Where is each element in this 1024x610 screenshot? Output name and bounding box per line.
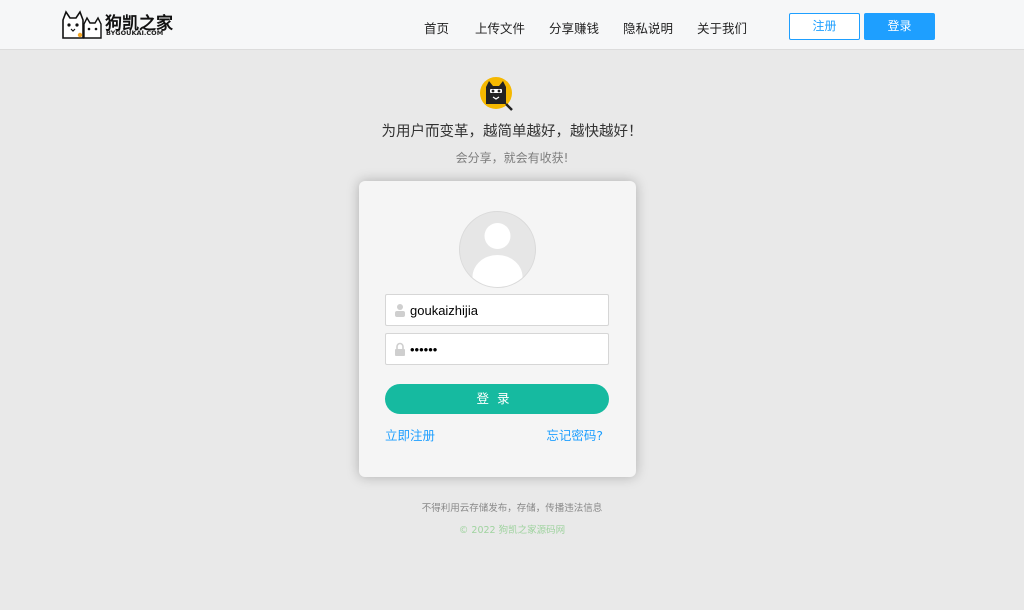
register-button[interactable]: 注册	[789, 13, 860, 40]
login-button[interactable]: 登录	[864, 13, 935, 40]
password-input[interactable]	[410, 334, 606, 364]
register-now-link[interactable]: 立即注册	[385, 425, 435, 444]
top-navbar: 狗凯之家 BYGOUKAI.COM 首页 上传文件 分享赚钱 隐私说明 关于我们…	[0, 0, 1024, 50]
forgot-password-link[interactable]: 忘记密码?	[546, 425, 603, 444]
nav-privacy[interactable]: 隐私说明	[623, 18, 673, 37]
user-avatar-icon	[459, 211, 536, 288]
lock-icon	[395, 342, 405, 356]
cat-badge-icon	[480, 77, 513, 111]
login-card: 登录 立即注册 忘记密码?	[359, 181, 636, 477]
nav-about[interactable]: 关于我们	[697, 18, 747, 37]
submit-login-button[interactable]: 登录	[385, 384, 609, 414]
nav-home[interactable]: 首页	[424, 18, 449, 37]
logo-subtext: BYGOUKAI.COM	[106, 29, 164, 37]
password-field	[385, 333, 609, 365]
nav-share-earn[interactable]: 分享赚钱	[549, 18, 599, 37]
nav-upload[interactable]: 上传文件	[475, 18, 525, 37]
copyright: © 2022 狗凯之家源码网	[458, 525, 566, 536]
username-input[interactable]	[410, 295, 606, 325]
legal-notice: 不得利用云存储发布，存储，传播违法信息	[421, 503, 603, 514]
user-icon	[395, 304, 405, 317]
sub-slogan: 会分享，就会有收获!	[455, 151, 569, 165]
slogan: 为用户而变革，越简单越好，越快越好！	[381, 124, 643, 140]
username-field	[385, 294, 609, 326]
